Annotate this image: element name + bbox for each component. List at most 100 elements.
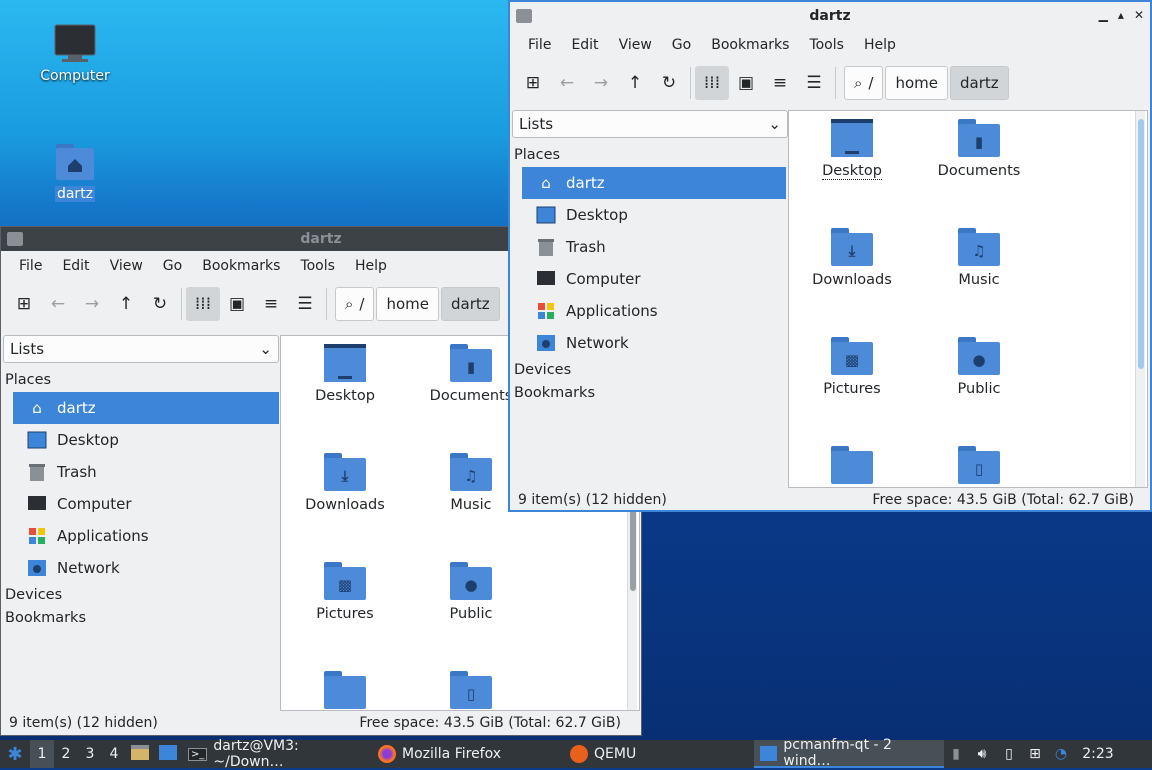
menu-edit[interactable]: Edit <box>561 37 608 53</box>
sidebar-mode-select[interactable]: Lists ⌄ <box>3 335 279 363</box>
file-item-downloads[interactable]: ⤓ Downloads <box>790 228 914 288</box>
desktop-icon-computer[interactable]: Computer <box>30 24 120 84</box>
volume-icon[interactable]: 🔊︎ <box>968 746 996 762</box>
clipboard-icon[interactable]: ▯ <box>996 746 1022 762</box>
icon-view-icon[interactable]: ⁞⁞⁞ <box>186 287 220 321</box>
task-terminal[interactable]: >_ dartz@VM3: ~/Down… <box>182 738 372 770</box>
tray-updates-icon[interactable]: ▮ <box>944 746 968 762</box>
minimize-icon[interactable]: ▁ <box>1099 8 1108 22</box>
workspace-4[interactable]: 4 <box>102 746 126 762</box>
close-icon[interactable]: ✕ <box>1134 8 1144 22</box>
path-dartz-button[interactable]: dartz <box>950 66 1009 100</box>
start-menu-icon[interactable]: ✱ <box>0 744 30 765</box>
sidebar-item-computer[interactable]: Computer <box>522 263 788 295</box>
file-item-pictures[interactable]: ▩ Pictures <box>790 337 914 397</box>
menu-tools[interactable]: Tools <box>799 37 854 53</box>
new-tab-icon[interactable]: ⊞ <box>516 66 550 100</box>
task-pcmanfm[interactable]: pcmanfm-qt - 2 wind… <box>754 737 944 769</box>
file-item-downloads[interactable]: ⤓ Downloads <box>283 453 407 513</box>
icon-view-icon[interactable]: ⁞⁞⁞ <box>695 66 729 100</box>
file-item-folder[interactable] <box>283 671 407 710</box>
sidebar-item-home[interactable]: ⌂ dartz <box>522 167 786 199</box>
devices-header[interactable]: Devices <box>512 359 788 382</box>
menu-help[interactable]: Help <box>854 37 906 53</box>
workspace-2[interactable]: 2 <box>54 746 78 762</box>
menu-help[interactable]: Help <box>345 258 397 274</box>
menu-go[interactable]: Go <box>662 37 701 53</box>
places-header[interactable]: Places <box>512 144 788 167</box>
compact-view-icon[interactable]: ≡ <box>763 66 797 100</box>
file-item-desktop[interactable]: Desktop <box>283 344 407 404</box>
up-arrow-icon[interactable]: ↑ <box>618 66 652 100</box>
thumbnail-view-icon[interactable]: ▣ <box>220 287 254 321</box>
sidebar-mode-select[interactable]: Lists ⌄ <box>512 110 788 138</box>
file-item-music[interactable]: ♫ Music <box>917 228 1041 288</box>
path-home-button[interactable]: home <box>885 66 948 100</box>
file-item-pictures[interactable]: ▩ Pictures <box>283 562 407 622</box>
file-item-folder[interactable] <box>790 446 914 487</box>
file-manager-window-front[interactable]: dartz ▁ ▴ ✕ File Edit View Go Bookmarks … <box>508 0 1152 512</box>
path-dartz-button[interactable]: dartz <box>441 287 500 321</box>
desktop-icon-home[interactable]: dartz <box>30 142 120 202</box>
back-arrow-icon[interactable]: ← <box>41 287 75 321</box>
maximize-icon[interactable]: ▴ <box>1118 8 1124 22</box>
places-header[interactable]: Places <box>3 369 279 392</box>
file-item-public[interactable]: ● Public <box>409 562 533 622</box>
thumbnail-view-icon[interactable]: ▣ <box>729 66 763 100</box>
sidebar-item-computer[interactable]: Computer <box>13 488 279 520</box>
devices-header[interactable]: Devices <box>3 584 279 607</box>
back-arrow-icon[interactable]: ← <box>550 66 584 100</box>
sidebar-item-network[interactable]: Network <box>522 327 788 359</box>
sidebar-item-applications[interactable]: Applications <box>13 520 279 552</box>
file-view[interactable]: Desktop ▮ Documents ⤓ Downloads ♫ Music ▩ Pi… <box>788 110 1148 488</box>
path-root-button[interactable]: ⌕ / <box>335 287 375 321</box>
file-item-documents[interactable]: ▮ Documents <box>917 119 1041 179</box>
path-root-button[interactable]: ⌕ / <box>844 66 884 100</box>
notification-icon[interactable]: ◔ <box>1048 746 1074 762</box>
compact-view-icon[interactable]: ≡ <box>254 287 288 321</box>
bookmarks-header[interactable]: Bookmarks <box>3 607 279 630</box>
detailed-list-icon[interactable]: ☰ <box>797 66 831 100</box>
network-status-icon[interactable]: ⊞ <box>1022 746 1048 762</box>
bookmarks-header[interactable]: Bookmarks <box>512 382 788 405</box>
file-item-templates[interactable]: ▯ <box>409 671 533 710</box>
file-item-public[interactable]: ● Public <box>917 337 1041 397</box>
sidebar-item-applications[interactable]: Applications <box>522 295 788 327</box>
forward-arrow-icon[interactable]: → <box>584 66 618 100</box>
file-item-templates[interactable]: ▯ <box>917 446 1041 487</box>
menu-edit[interactable]: Edit <box>52 258 99 274</box>
up-arrow-icon[interactable]: ↑ <box>109 287 143 321</box>
scrollbar-thumb[interactable] <box>1138 119 1144 369</box>
detailed-list-icon[interactable]: ☰ <box>288 287 322 321</box>
workspace-1[interactable]: 1 <box>30 740 54 768</box>
forward-arrow-icon[interactable]: → <box>75 287 109 321</box>
title-bar[interactable]: dartz ▁ ▴ ✕ <box>510 2 1150 30</box>
menu-view[interactable]: View <box>609 37 662 53</box>
task-qemu[interactable]: QEMU <box>564 740 754 768</box>
menu-file[interactable]: File <box>9 258 52 274</box>
menu-file[interactable]: File <box>518 37 561 53</box>
reload-icon[interactable]: ↻ <box>143 287 177 321</box>
sidebar-item-desktop[interactable]: Desktop <box>13 424 279 456</box>
clock[interactable]: 2:23 <box>1074 746 1122 762</box>
workspace-3[interactable]: 3 <box>78 746 102 762</box>
show-desktop-icon[interactable] <box>154 743 182 765</box>
vertical-scrollbar[interactable] <box>1135 111 1145 487</box>
menu-tools[interactable]: Tools <box>290 258 345 274</box>
new-tab-icon[interactable]: ⊞ <box>7 287 41 321</box>
menu-view[interactable]: View <box>100 258 153 274</box>
task-firefox[interactable]: Mozilla Firefox <box>372 740 564 768</box>
sidebar-item-desktop[interactable]: Desktop <box>522 199 788 231</box>
sidebar-item-network[interactable]: Network <box>13 552 279 584</box>
menu-bookmarks[interactable]: Bookmarks <box>192 258 290 274</box>
file-item-desktop[interactable]: Desktop <box>790 119 914 180</box>
sidebar-item-home[interactable]: ⌂ dartz <box>13 392 279 424</box>
file-manager-launcher-icon[interactable] <box>126 743 154 765</box>
sidebar-item-trash[interactable]: Trash <box>522 231 788 263</box>
reload-icon[interactable]: ↻ <box>652 66 686 100</box>
path-home-button[interactable]: home <box>376 287 439 321</box>
menu-go[interactable]: Go <box>153 258 192 274</box>
sidebar-item-trash[interactable]: Trash <box>13 456 279 488</box>
menu-bookmarks[interactable]: Bookmarks <box>701 37 799 53</box>
scrollbar-thumb[interactable] <box>630 501 636 591</box>
